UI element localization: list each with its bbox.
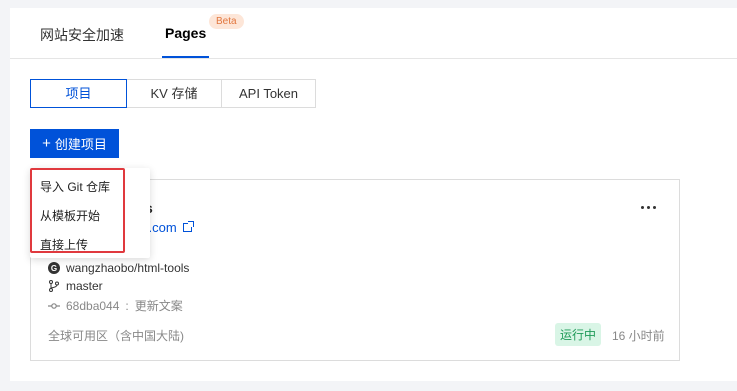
menu-item-from-template[interactable]: 从模板开始 <box>40 207 100 224</box>
menu-item-import-git[interactable]: 导入 Git 仓库 <box>40 178 110 195</box>
commit-separator: : <box>125 298 129 313</box>
commit-row: 68dba044 : 更新文案 <box>48 297 183 314</box>
repo-row: G wangzhaobo/html-tools <box>48 261 189 275</box>
tab-pages[interactable]: Pages <box>161 25 210 58</box>
create-project-menu: 导入 Git 仓库 从模板开始 直接上传 <box>30 168 150 258</box>
branch-name: master <box>66 279 103 293</box>
menu-item-direct-upload[interactable]: 直接上传 <box>40 236 88 253</box>
pages-panel: 网站安全加速 Pages Beta 项目 KV 存储 API Token + 创… <box>10 8 737 381</box>
top-tabs: 网站安全加速 Pages Beta <box>10 8 737 59</box>
branch-row: master <box>48 279 103 293</box>
external-link-icon <box>182 221 194 232</box>
create-project-button[interactable]: + 创建项目 <box>30 129 119 158</box>
status-badge: 运行中 <box>555 323 602 346</box>
create-project-label: 创建项目 <box>54 137 107 152</box>
tab-site-acceleration[interactable]: 网站安全加速 <box>40 25 124 45</box>
section-switcher: 项目 KV 存储 API Token <box>30 79 316 108</box>
github-icon: G <box>48 262 60 274</box>
commit-icon <box>48 302 60 309</box>
deploy-region: 全球可用区（含中国大陆) <box>48 329 184 343</box>
commit-message: 更新文案 <box>134 299 183 313</box>
segment-api-token[interactable]: API Token <box>221 80 315 107</box>
commit-hash: 68dba044 <box>66 298 120 313</box>
repo-name: wangzhaobo/html-tools <box>66 261 190 275</box>
plus-icon: + <box>42 135 51 152</box>
updated-time: 16 小时前 <box>612 329 665 343</box>
more-options-icon[interactable] <box>641 206 656 209</box>
branch-icon <box>49 280 59 292</box>
beta-badge: Beta <box>209 14 244 29</box>
segment-kv-storage[interactable]: KV 存储 <box>126 80 221 107</box>
segment-projects[interactable]: 项目 <box>30 79 127 108</box>
